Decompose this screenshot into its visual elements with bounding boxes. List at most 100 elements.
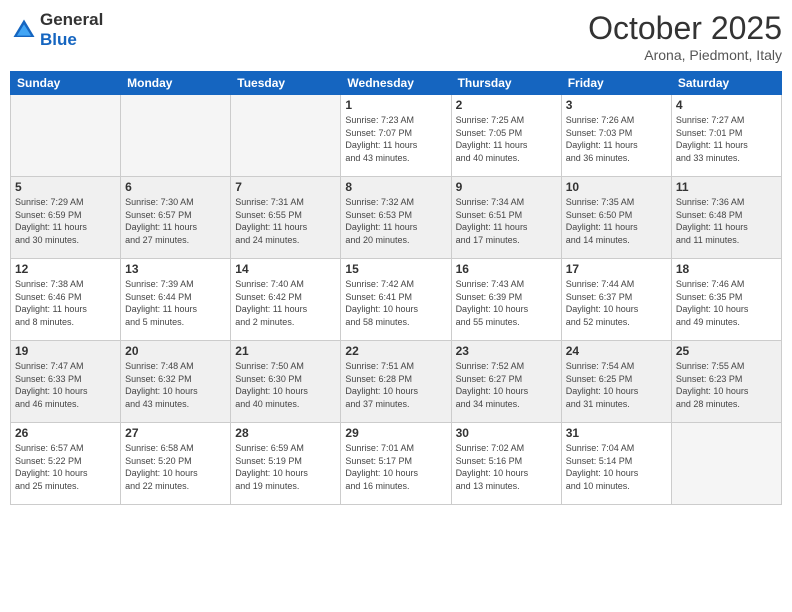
- day-info: Sunrise: 7:40 AMSunset: 6:42 PMDaylight:…: [235, 278, 336, 328]
- table-row: 19 Sunrise: 7:47 AMSunset: 6:33 PMDayligh…: [11, 341, 121, 423]
- table-row: 3 Sunrise: 7:26 AMSunset: 7:03 PMDaylight…: [561, 95, 671, 177]
- day-number: 23: [456, 344, 557, 358]
- day-number: 20: [125, 344, 226, 358]
- table-row: 14Sunrise: 7:40 AMSunset: 6:42 PMDayligh…: [231, 259, 341, 341]
- day-number: 27: [125, 426, 226, 440]
- day-info: Sunrise: 7:44 AMSunset: 6:37 PMDaylight:…: [566, 278, 667, 328]
- day-number: 25: [676, 344, 777, 358]
- day-info: Sunrise: 7:27 AMSunset: 7:01 PMDaylight:…: [676, 114, 777, 164]
- table-row: [11, 95, 121, 177]
- day-number: 1: [345, 98, 446, 112]
- logo: General Blue: [10, 10, 103, 50]
- day-number: 4: [676, 98, 777, 112]
- day-number: 12: [15, 262, 116, 276]
- day-info: Sunrise: 6:58 AMSunset: 5:20 PMDaylight:…: [125, 442, 226, 492]
- table-row: 16 Sunrise: 7:43 AMSunset: 6:39 PMDayligh…: [451, 259, 561, 341]
- title-block: October 2025 Arona, Piedmont, Italy: [588, 10, 782, 63]
- day-info: Sunrise: 7:01 AMSunset: 5:17 PMDaylight:…: [345, 442, 446, 492]
- day-info: Sunrise: 7:51 AMSunset: 6:28 PMDaylight:…: [345, 360, 446, 410]
- day-info: Sunrise: 6:59 AMSunset: 5:19 PMDaylight:…: [235, 442, 336, 492]
- day-number: 21: [235, 344, 336, 358]
- day-info: Sunrise: 7:38 AMSunset: 6:46 PMDaylight:…: [15, 278, 116, 328]
- day-info: Sunrise: 7:23 AMSunset: 7:07 PMDaylight:…: [345, 114, 446, 164]
- calendar-week-row: 12 Sunrise: 7:38 AMSunset: 6:46 PMDayligh…: [11, 259, 782, 341]
- table-row: 29 Sunrise: 7:01 AMSunset: 5:17 PMDayligh…: [341, 423, 451, 505]
- header-friday: Friday: [561, 72, 671, 95]
- day-info: Sunrise: 7:47 AMSunset: 6:33 PMDaylight:…: [15, 360, 116, 410]
- day-number: 30: [456, 426, 557, 440]
- day-info: Sunrise: 7:43 AMSunset: 6:39 PMDaylight:…: [456, 278, 557, 328]
- header-monday: Monday: [121, 72, 231, 95]
- table-row: 26 Sunrise: 6:57 AMSunset: 5:22 PMDayligh…: [11, 423, 121, 505]
- day-info: Sunrise: 7:31 AMSunset: 6:55 PMDaylight:…: [235, 196, 336, 246]
- header-thursday: Thursday: [451, 72, 561, 95]
- day-number: 31: [566, 426, 667, 440]
- table-row: 24 Sunrise: 7:54 AMSunset: 6:25 PMDayligh…: [561, 341, 671, 423]
- logo-text: General Blue: [40, 10, 103, 50]
- calendar-week-row: 26 Sunrise: 6:57 AMSunset: 5:22 PMDayligh…: [11, 423, 782, 505]
- day-info: Sunrise: 7:54 AMSunset: 6:25 PMDaylight:…: [566, 360, 667, 410]
- table-row: 30 Sunrise: 7:02 AMSunset: 5:16 PMDayligh…: [451, 423, 561, 505]
- day-info: Sunrise: 7:42 AMSunset: 6:41 PMDaylight:…: [345, 278, 446, 328]
- day-number: 26: [15, 426, 116, 440]
- header-tuesday: Tuesday: [231, 72, 341, 95]
- day-info: Sunrise: 7:26 AMSunset: 7:03 PMDaylight:…: [566, 114, 667, 164]
- calendar-week-row: 1 Sunrise: 7:23 AMSunset: 7:07 PMDaylight…: [11, 95, 782, 177]
- day-number: 6: [125, 180, 226, 194]
- table-row: 21Sunrise: 7:50 AMSunset: 6:30 PMDayligh…: [231, 341, 341, 423]
- day-info: Sunrise: 7:30 AMSunset: 6:57 PMDaylight:…: [125, 196, 226, 246]
- day-info: Sunrise: 7:02 AMSunset: 5:16 PMDaylight:…: [456, 442, 557, 492]
- day-number: 9: [456, 180, 557, 194]
- calendar-table: Sunday Monday Tuesday Wednesday Thursday…: [10, 71, 782, 505]
- day-number: 24: [566, 344, 667, 358]
- table-row: 10 Sunrise: 7:35 AMSunset: 6:50 PMDayligh…: [561, 177, 671, 259]
- day-number: 11: [676, 180, 777, 194]
- day-number: 8: [345, 180, 446, 194]
- calendar-header-row: Sunday Monday Tuesday Wednesday Thursday…: [11, 72, 782, 95]
- day-number: 3: [566, 98, 667, 112]
- day-number: 2: [456, 98, 557, 112]
- day-info: Sunrise: 7:32 AMSunset: 6:53 PMDaylight:…: [345, 196, 446, 246]
- day-number: 29: [345, 426, 446, 440]
- header-wednesday: Wednesday: [341, 72, 451, 95]
- day-number: 7: [235, 180, 336, 194]
- day-number: 19: [15, 344, 116, 358]
- day-info: Sunrise: 7:35 AMSunset: 6:50 PMDaylight:…: [566, 196, 667, 246]
- day-number: 28: [235, 426, 336, 440]
- table-row: 12 Sunrise: 7:38 AMSunset: 6:46 PMDayligh…: [11, 259, 121, 341]
- day-info: Sunrise: 7:52 AMSunset: 6:27 PMDaylight:…: [456, 360, 557, 410]
- day-number: 16: [456, 262, 557, 276]
- day-info: Sunrise: 7:39 AMSunset: 6:44 PMDaylight:…: [125, 278, 226, 328]
- day-number: 15: [345, 262, 446, 276]
- table-row: 17Sunrise: 7:44 AMSunset: 6:37 PMDayligh…: [561, 259, 671, 341]
- table-row: 23 Sunrise: 7:52 AMSunset: 6:27 PMDayligh…: [451, 341, 561, 423]
- day-number: 18: [676, 262, 777, 276]
- table-row: 4 Sunrise: 7:27 AMSunset: 7:01 PMDaylight…: [671, 95, 781, 177]
- table-row: 7 Sunrise: 7:31 AMSunset: 6:55 PMDaylight…: [231, 177, 341, 259]
- table-row: 25 Sunrise: 7:55 AMSunset: 6:23 PMDayligh…: [671, 341, 781, 423]
- day-info: Sunrise: 7:55 AMSunset: 6:23 PMDaylight:…: [676, 360, 777, 410]
- table-row: 2Sunrise: 7:25 AMSunset: 7:05 PMDaylight…: [451, 95, 561, 177]
- table-row: 20 Sunrise: 7:48 AMSunset: 6:32 PMDayligh…: [121, 341, 231, 423]
- table-row: 22 Sunrise: 7:51 AMSunset: 6:28 PMDayligh…: [341, 341, 451, 423]
- page: General Blue October 2025 Arona, Piedmon…: [0, 0, 792, 612]
- table-row: [231, 95, 341, 177]
- calendar-week-row: 5Sunrise: 7:29 AMSunset: 6:59 PMDaylight…: [11, 177, 782, 259]
- day-info: Sunrise: 7:36 AMSunset: 6:48 PMDaylight:…: [676, 196, 777, 246]
- day-info: Sunrise: 7:29 AMSunset: 6:59 PMDaylight:…: [15, 196, 116, 246]
- table-row: 18Sunrise: 7:46 AMSunset: 6:35 PMDayligh…: [671, 259, 781, 341]
- day-info: Sunrise: 6:57 AMSunset: 5:22 PMDaylight:…: [15, 442, 116, 492]
- table-row: [671, 423, 781, 505]
- day-number: 10: [566, 180, 667, 194]
- day-number: 22: [345, 344, 446, 358]
- day-info: Sunrise: 7:04 AMSunset: 5:14 PMDaylight:…: [566, 442, 667, 492]
- table-row: 27 Sunrise: 6:58 AMSunset: 5:20 PMDayligh…: [121, 423, 231, 505]
- location: Arona, Piedmont, Italy: [588, 47, 782, 63]
- header-sunday: Sunday: [11, 72, 121, 95]
- table-row: 1 Sunrise: 7:23 AMSunset: 7:07 PMDaylight…: [341, 95, 451, 177]
- header-saturday: Saturday: [671, 72, 781, 95]
- day-info: Sunrise: 7:48 AMSunset: 6:32 PMDaylight:…: [125, 360, 226, 410]
- table-row: 15 Sunrise: 7:42 AMSunset: 6:41 PMDayligh…: [341, 259, 451, 341]
- table-row: [121, 95, 231, 177]
- day-number: 13: [125, 262, 226, 276]
